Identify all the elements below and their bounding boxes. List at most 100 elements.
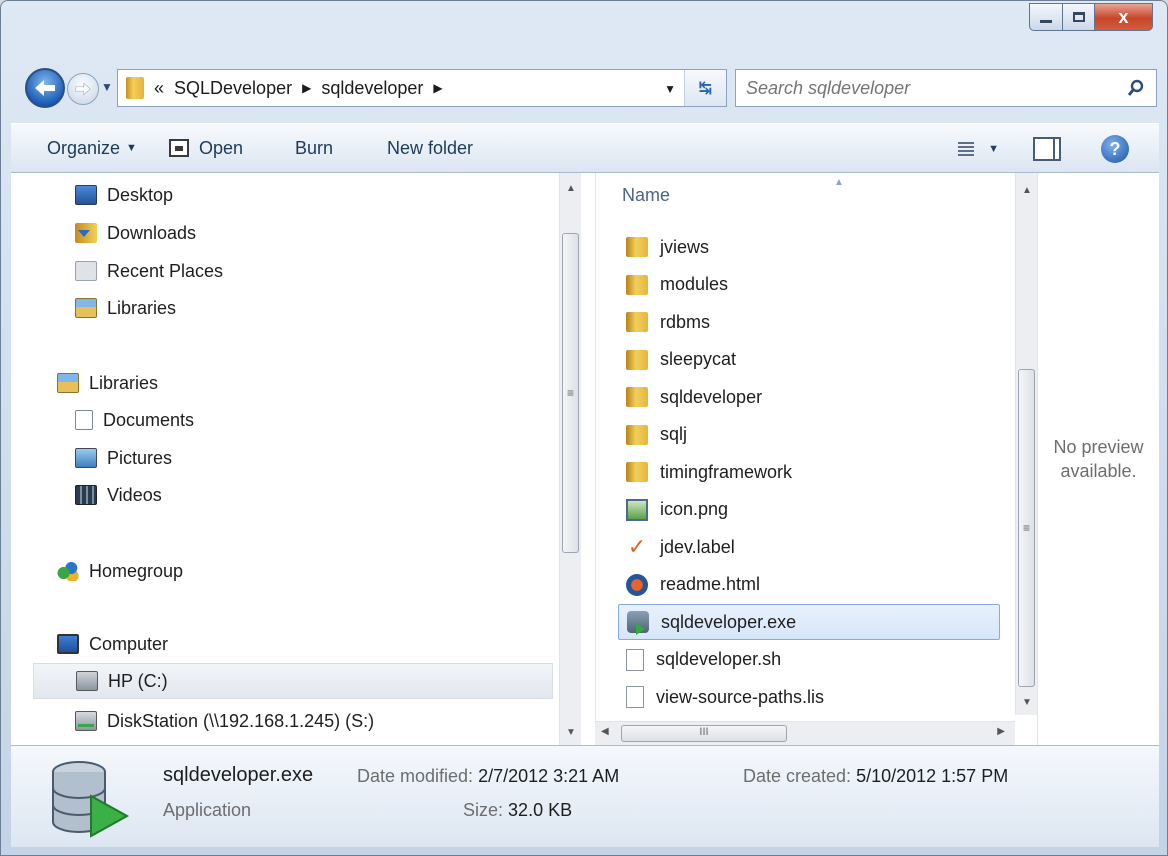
address-dropdown-icon[interactable]: ▼ <box>664 82 676 96</box>
new-folder-button[interactable]: New folder <box>387 138 473 159</box>
open-button[interactable]: Open <box>168 137 243 159</box>
details-size: Size: 32.0 KB <box>463 800 572 821</box>
file-list-scrollbar[interactable]: ▲ ≡ ▼ <box>1015 173 1037 715</box>
file-name: rdbms <box>660 311 711 332</box>
file-row[interactable]: sqldeveloper.exe <box>618 604 1000 640</box>
scrollbar-thumb[interactable]: III <box>621 725 787 742</box>
date-modified-value: 2/7/2012 3:21 AM <box>478 766 620 786</box>
file-name: sqldeveloper.exe <box>661 611 797 632</box>
search-icon[interactable] <box>1116 79 1156 97</box>
folder-icon <box>626 387 648 407</box>
libraries-icon <box>75 298 97 318</box>
nav-item-pictures[interactable]: Pictures <box>75 440 172 476</box>
file-row[interactable]: timingframework <box>618 454 1000 490</box>
folder-icon <box>626 237 648 257</box>
hard-drive-icon <box>76 671 98 691</box>
breadcrumb-sqldeveloper[interactable]: sqldeveloper <box>321 78 423 99</box>
horizontal-scrollbar[interactable]: ◀ III ▶ <box>595 721 1015 745</box>
help-button[interactable]: ? <box>1101 135 1129 163</box>
nav-item-drive-c[interactable]: HP (C:) <box>33 663 553 699</box>
size-label: Size: <box>463 800 504 820</box>
homegroup-icon <box>57 561 79 581</box>
scroll-down-icon[interactable]: ▼ <box>1016 691 1038 713</box>
pictures-icon <box>75 448 97 468</box>
breadcrumb-overflow[interactable]: « <box>154 78 164 99</box>
address-bar[interactable]: « SQLDeveloper ▶ sqldeveloper ▶ ▼ ↹ <box>117 69 727 107</box>
database-app-icon <box>627 611 649 635</box>
nav-label: DiskStation (\\192.168.1.245) (S:) <box>107 710 375 731</box>
forward-arrow-icon <box>75 82 91 96</box>
file-row[interactable]: sqldeveloper.sh <box>618 642 1000 678</box>
image-file-icon <box>626 498 648 521</box>
preview-pane-button[interactable] <box>1033 137 1061 161</box>
forward-button[interactable] <box>67 73 99 105</box>
nav-item-videos[interactable]: Videos <box>75 477 162 513</box>
date-created-label: Date created: <box>743 766 852 786</box>
html-file-icon <box>626 573 648 596</box>
date-created-value: 5/10/2012 1:57 PM <box>856 766 1009 786</box>
scroll-down-icon[interactable]: ▼ <box>560 721 582 743</box>
nav-item-libraries[interactable]: Libraries <box>57 365 158 401</box>
close-icon: x <box>1118 6 1129 27</box>
close-button[interactable]: x <box>1095 3 1153 31</box>
nav-item-diskstation[interactable]: DiskStation (\\192.168.1.245) (S:) <box>75 703 374 739</box>
grip-icon: ≡ <box>566 386 574 400</box>
details-file-name: sqldeveloper.exe <box>163 764 314 786</box>
breadcrumb-separator-icon[interactable]: ▶ <box>302 81 311 95</box>
nav-label: Videos <box>107 484 162 505</box>
nav-item-homegroup[interactable]: Homegroup <box>57 553 183 589</box>
nav-item-libraries-favorite[interactable]: Libraries <box>75 290 176 326</box>
file-row[interactable]: jviews <box>618 229 1000 265</box>
file-row[interactable]: modules <box>618 267 1000 303</box>
file-row[interactable]: readme.html <box>618 567 1000 603</box>
file-row[interactable]: sqldeveloper <box>618 379 1000 415</box>
file-name: jviews <box>660 236 710 257</box>
details-date-created: Date created: 5/10/2012 1:57 PM <box>743 766 1008 787</box>
file-row[interactable]: icon.png <box>618 492 1000 528</box>
breadcrumb-sqldeveloper-root[interactable]: SQLDeveloper <box>174 78 292 99</box>
scroll-up-icon[interactable]: ▲ <box>560 177 582 199</box>
open-label: Open <box>198 137 243 158</box>
scroll-left-icon[interactable]: ◀ <box>601 726 609 737</box>
open-icon <box>168 139 189 157</box>
refresh-button[interactable]: ↹ <box>684 70 726 106</box>
checkmark-icon: ✓ <box>627 534 647 559</box>
network-drive-icon <box>75 711 97 731</box>
burn-button[interactable]: Burn <box>295 138 333 159</box>
nav-label: Documents <box>103 409 195 430</box>
navigation-pane-scrollbar[interactable]: ▲ ≡ ▼ <box>559 173 581 745</box>
file-row[interactable]: ✓ jdev.label <box>618 529 1000 565</box>
scrollbar-thumb[interactable]: ≡ <box>1018 369 1035 687</box>
refresh-icon: ↹ <box>698 80 713 97</box>
file-list-pane: ▲ Name jviews modules rdbms sleepycat sqldev… <box>595 173 1037 745</box>
file-row[interactable]: view-source-paths.lis <box>618 679 1000 715</box>
breadcrumb-separator-icon[interactable]: ▶ <box>433 81 442 95</box>
explorer-window: x ▼ « SQLDeveloper ▶ sqldeveloper ▶ ▼ ↹ <box>0 0 1168 856</box>
scroll-up-icon[interactable]: ▲ <box>1016 179 1038 201</box>
file-name: timingframework <box>660 461 793 482</box>
nav-item-desktop[interactable]: Desktop <box>75 177 173 213</box>
organize-button[interactable]: Organize ▼ <box>47 138 137 159</box>
column-header-name[interactable]: Name <box>622 185 670 206</box>
nav-label: Computer <box>89 633 169 654</box>
recent-pages-dropdown-icon[interactable]: ▼ <box>101 80 113 94</box>
nav-label: HP (C:) <box>108 670 168 691</box>
file-row[interactable]: sleepycat <box>618 342 1000 378</box>
grip-icon: ≡ <box>1022 521 1030 535</box>
file-row[interactable]: sqlj <box>618 417 1000 453</box>
file-name: icon.png <box>660 499 729 519</box>
search-input[interactable] <box>736 71 1116 105</box>
back-button[interactable] <box>25 68 65 108</box>
scrollbar-thumb[interactable]: ≡ <box>562 233 579 553</box>
nav-item-downloads[interactable]: Downloads <box>75 215 196 251</box>
maximize-button[interactable] <box>1063 3 1095 31</box>
minimize-button[interactable] <box>1029 3 1063 31</box>
nav-item-documents[interactable]: Documents <box>75 402 194 438</box>
change-view-button[interactable]: ▼ <box>958 142 999 156</box>
folder-icon <box>126 77 144 99</box>
nav-item-recent-places[interactable]: Recent Places <box>75 253 223 289</box>
scroll-right-icon[interactable]: ▶ <box>997 726 1005 737</box>
nav-label: Libraries <box>107 297 177 318</box>
file-row[interactable]: rdbms <box>618 304 1000 340</box>
nav-item-computer[interactable]: Computer <box>57 626 168 662</box>
